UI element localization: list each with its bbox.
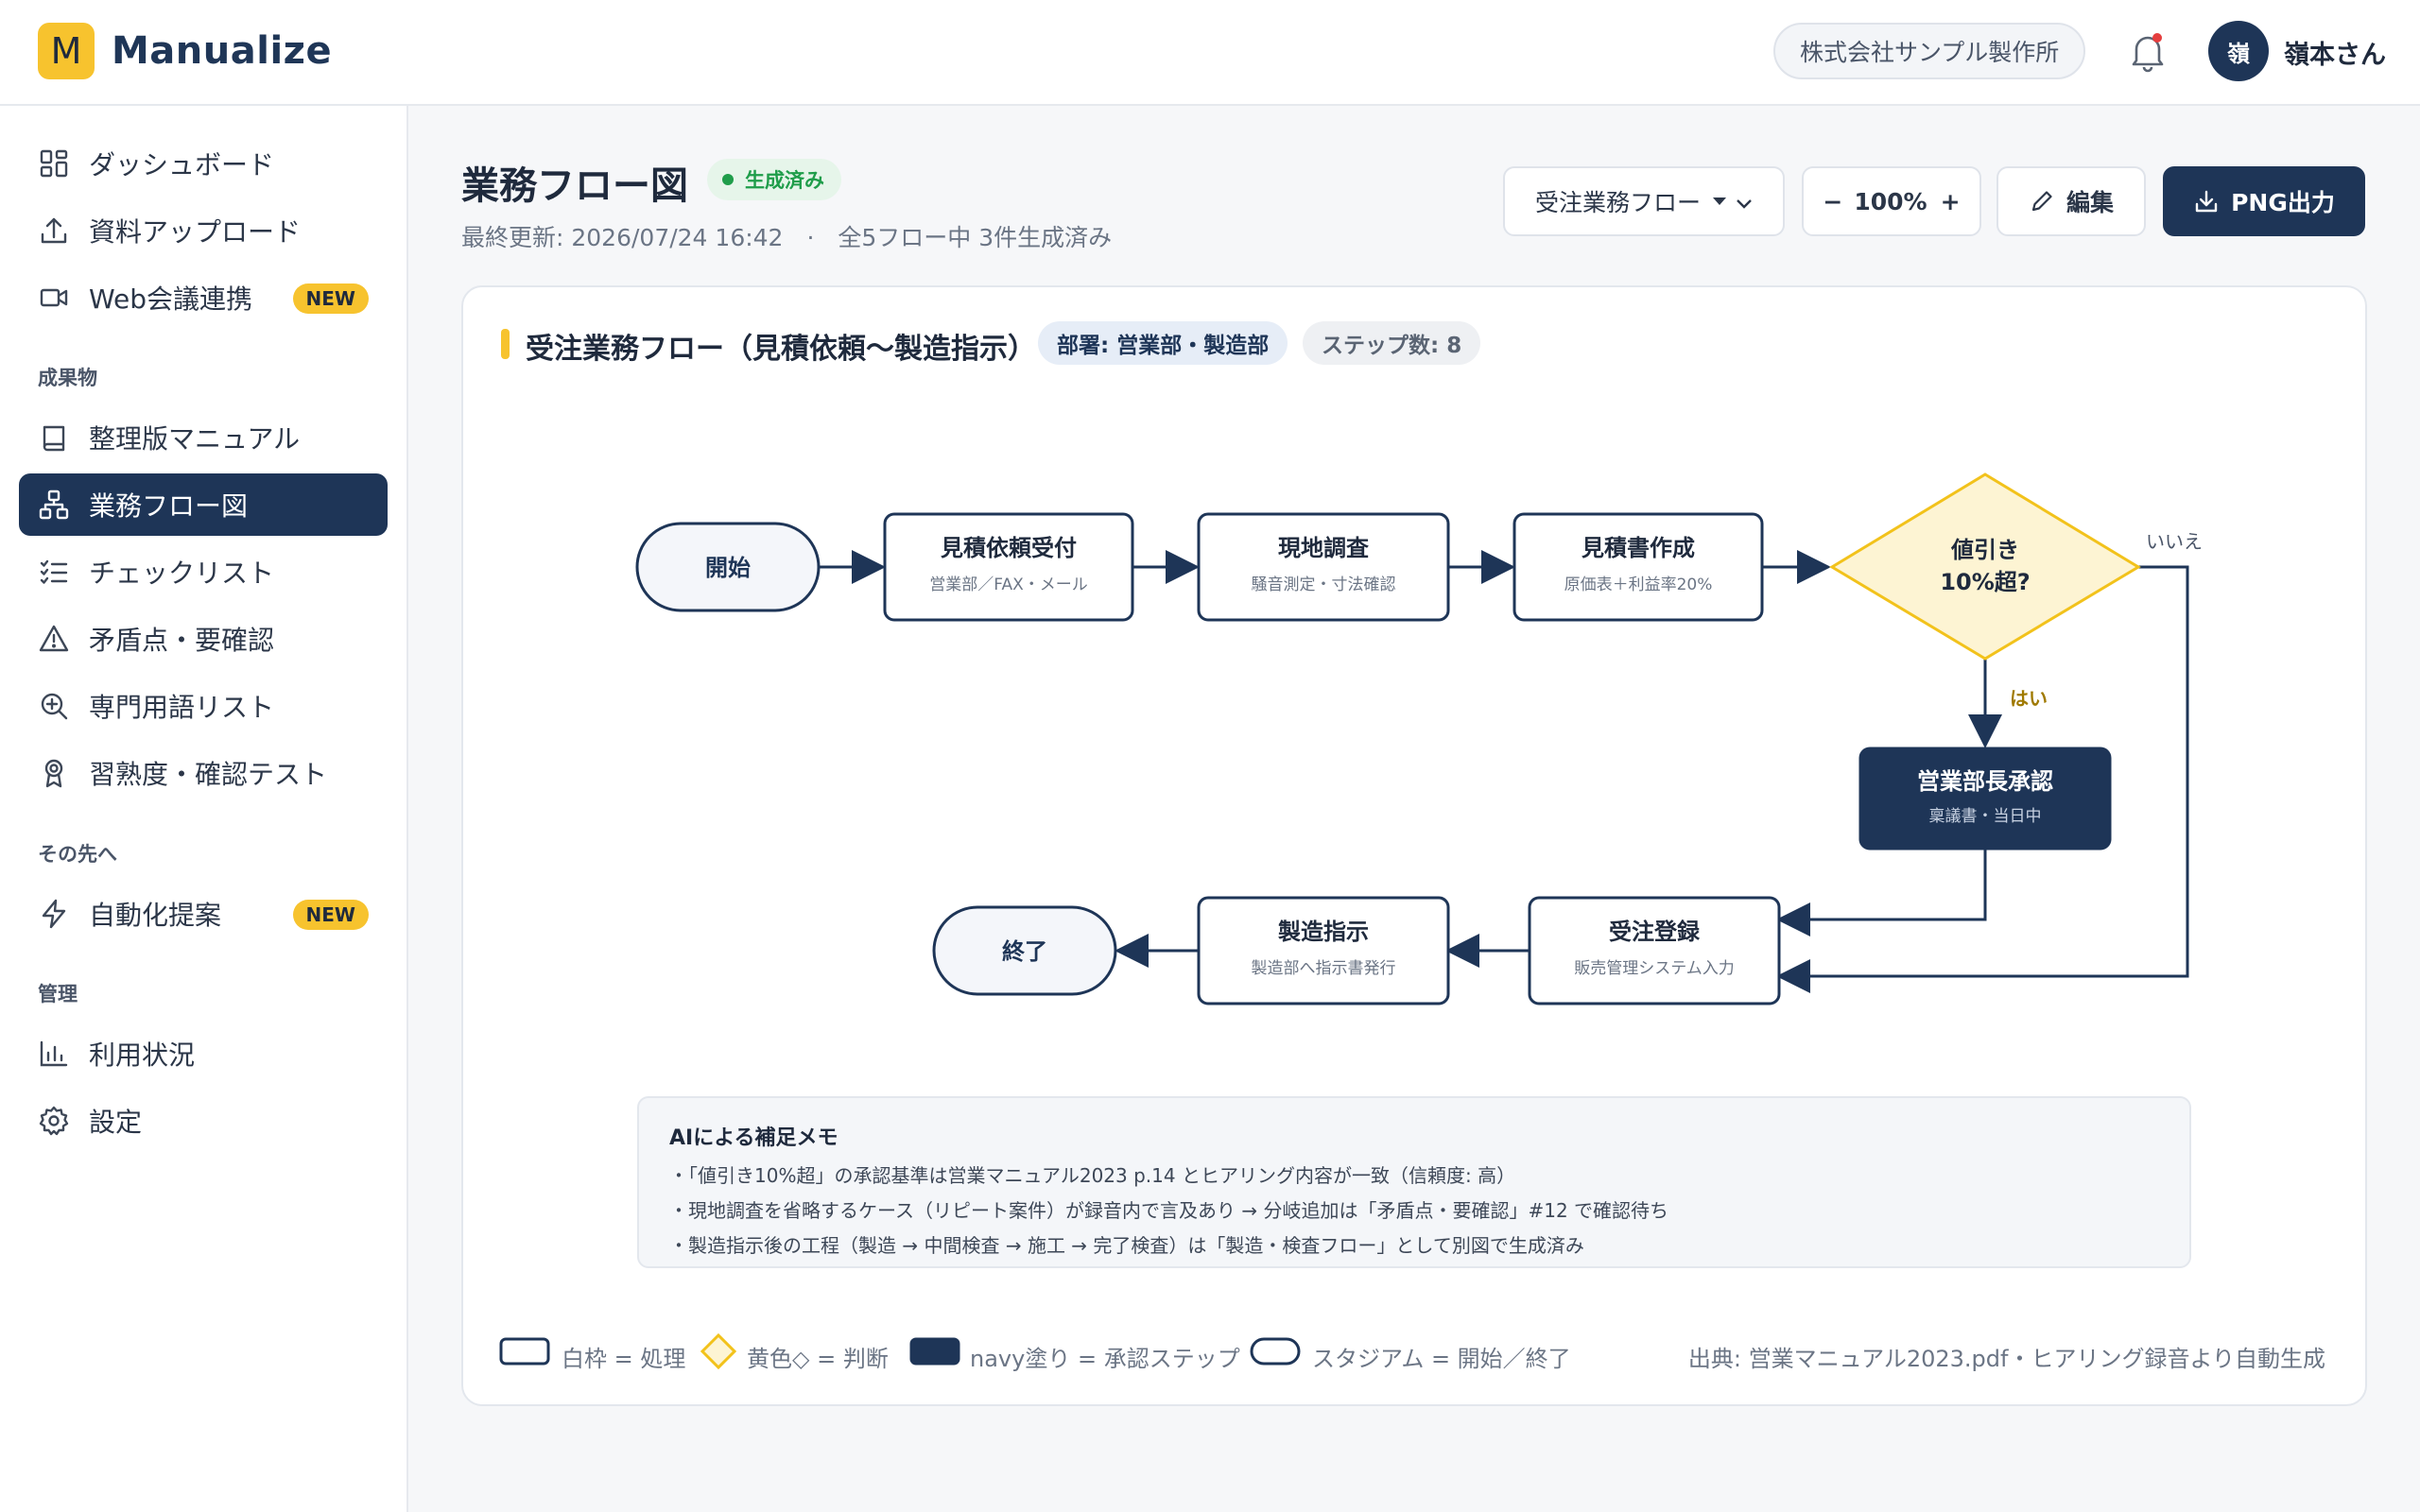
- ai-memo-line: ・「値引き10%超」の承認基準は営業マニュアル2023 p.14 とヒアリング内…: [669, 1164, 1516, 1187]
- legend-process: 白枠 = 処理: [562, 1346, 686, 1372]
- process-title: 製造指示: [1278, 919, 1369, 945]
- no-label: いいえ: [2146, 530, 2203, 553]
- process-sub: 製造部へ指示書発行: [1252, 959, 1396, 978]
- edge-approve-to-order: [1776, 845, 1987, 936]
- approval-sub: 稟議書・当日中: [1929, 806, 2042, 826]
- start-label: 開始: [705, 555, 751, 581]
- process-sub: 騒音測定・寸法確認: [1252, 576, 1396, 594]
- legend-process-swatch: [499, 1337, 550, 1366]
- flow-diagram: 開始 見積依頼受付 営業部／FAX・メール 現地調査 騒音測定・寸法確認 見積書…: [635, 472, 2203, 1005]
- legend-approval: navy塗り = 承認ステップ: [970, 1346, 1240, 1372]
- source-note: 出典: 営業マニュアル2023.pdf・ヒアリング録音より自動生成: [1687, 1346, 2325, 1372]
- process-node-order-registration: [1528, 896, 1781, 1005]
- legend-terminal-swatch: [1250, 1337, 1301, 1366]
- process-title: 受注登録: [1609, 919, 1701, 945]
- process-title: 現地調査: [1278, 535, 1369, 561]
- process-title: 見積依頼受付: [941, 535, 1077, 561]
- decision-node: [1829, 472, 2141, 661]
- legend-terminal: スタジアム = 開始／終了: [1312, 1346, 1571, 1372]
- approval-title: 営業部長承認: [1917, 768, 2053, 795]
- process-sub: 原価表＋利益率20%: [1564, 576, 1713, 594]
- legend-decision: 黄色◇ = 判断: [747, 1346, 889, 1372]
- process-node-quote-creation: [1512, 512, 1764, 622]
- decision-line1: 値引き: [1950, 537, 2019, 563]
- process-sub: 営業部／FAX・メール: [929, 576, 1088, 594]
- legend-approval-swatch: [909, 1337, 960, 1366]
- ai-memo-line: ・現地調査を省略するケース（リピート案件）が録音内で言及あり → 分岐追加は「矛…: [669, 1199, 1669, 1222]
- process-title: 見積書作成: [1582, 535, 1695, 561]
- process-node-site-survey: [1197, 512, 1450, 622]
- ai-memo-line: ・製造指示後の工程（製造 → 中間検査 → 施工 → 完了検査）は「製造・検査フ…: [669, 1234, 1584, 1257]
- process-node-quote-request: [883, 512, 1134, 622]
- decision-line2: 10%超?: [1940, 569, 2030, 595]
- end-label: 終了: [1002, 938, 1047, 965]
- process-node-manufacturing: [1197, 896, 1450, 1005]
- legend-decision-swatch: [700, 1332, 737, 1370]
- process-sub: 販売管理システム入力: [1574, 959, 1735, 978]
- yes-label: はい: [2010, 687, 2048, 710]
- approval-node: [1858, 747, 2112, 850]
- ai-memo-title: AIによる補足メモ: [669, 1126, 838, 1150]
